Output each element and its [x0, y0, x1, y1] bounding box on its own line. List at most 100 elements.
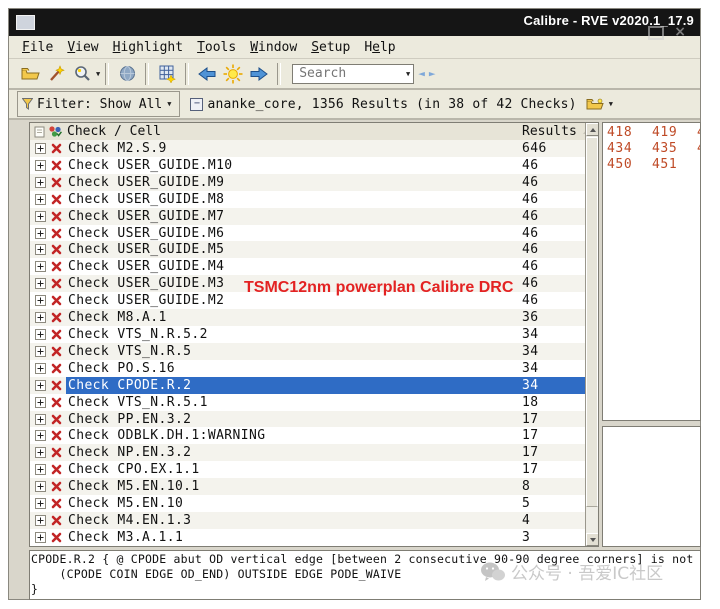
expand-icon[interactable] — [35, 143, 46, 158]
scrollbar-thumb[interactable] — [586, 137, 598, 507]
toolbar: ▼ ▼ ◄ ► — [9, 59, 700, 90]
table-row[interactable]: Check M3.A.1.1 3 — [30, 528, 585, 546]
highlight-wand-icon[interactable] — [44, 62, 68, 86]
table-row[interactable]: Check VTS_N.R.5 34 — [30, 342, 585, 361]
table-row[interactable]: Check USER_GUIDE.M8 46 — [30, 190, 585, 209]
table-row[interactable]: Check USER_GUIDE.M7 46 — [30, 207, 585, 226]
zoom-options-dropdown-icon[interactable]: ▼ — [96, 70, 100, 78]
results-cell: 8 — [522, 479, 531, 495]
expand-icon[interactable] — [35, 210, 46, 226]
table-row[interactable]: Check PP.EN.3.2 17 — [30, 410, 585, 429]
expand-icon[interactable] — [35, 193, 46, 209]
search-input[interactable] — [297, 65, 397, 82]
search-prev-icon[interactable]: ◄ — [418, 67, 425, 80]
table-row[interactable]: Check M5.EN.10 5 — [30, 495, 585, 512]
table-row[interactable]: Check USER_GUIDE.M5 46 — [30, 241, 585, 259]
expand-icon[interactable] — [35, 531, 46, 546]
table-row[interactable]: Check USER_GUIDE.M10 46 — [30, 156, 585, 175]
expand-icon[interactable] — [35, 278, 46, 293]
table-row[interactable]: Check USER_GUIDE.M4 46 — [30, 258, 585, 276]
restore-icon[interactable] — [648, 26, 665, 40]
result-number[interactable]: 435 — [652, 141, 697, 157]
menu-item-view[interactable]: View — [60, 38, 105, 57]
expand-icon[interactable] — [35, 430, 46, 445]
expand-icon[interactable] — [35, 244, 46, 259]
results-cell: 3 — [522, 529, 531, 545]
result-number[interactable]: 419 — [652, 125, 697, 141]
close-icon[interactable]: × — [674, 25, 686, 40]
results-table-body: Check M2.S.9 646 Check USER_GUIDE.M10 46 — [30, 140, 585, 546]
menu-item-setup[interactable]: Setup — [304, 38, 357, 57]
collapse-icon[interactable]: − — [190, 97, 204, 111]
scroll-down-button[interactable] — [586, 533, 598, 546]
expand-icon[interactable] — [35, 447, 46, 462]
table-row[interactable]: Check ODBLK.DH.1:WARNING 17 — [30, 427, 585, 445]
result-number[interactable]: 450 — [607, 157, 652, 173]
window-controls[interactable]: × — [648, 25, 686, 40]
expand-icon[interactable] — [35, 464, 46, 479]
search-box: ▼ — [292, 63, 415, 84]
expand-icon[interactable] — [35, 295, 46, 310]
menu-item-window[interactable]: Window — [243, 38, 304, 57]
highlight-all-sun-icon[interactable] — [221, 62, 245, 86]
expand-icon[interactable] — [35, 227, 46, 243]
expand-icon[interactable] — [35, 396, 46, 412]
table-row[interactable]: Check CPO.EX.1.1 17 — [30, 461, 585, 479]
prev-arrow-icon[interactable] — [195, 62, 219, 86]
table-row[interactable]: Check M5.EN.10.1 8 — [30, 478, 585, 496]
checks-cluster-icon[interactable] — [48, 125, 62, 138]
expand-icon[interactable] — [35, 159, 46, 175]
table-row[interactable]: Check VTS_N.R.5.1 18 — [30, 393, 585, 412]
menu-item-help[interactable]: Help — [357, 38, 402, 57]
check-cell-label: Check M8.A.1 — [68, 310, 167, 326]
window-system-icon[interactable] — [16, 15, 35, 30]
expand-icon[interactable] — [35, 379, 46, 395]
next-arrow-icon[interactable] — [247, 62, 271, 86]
table-row[interactable]: Check USER_GUIDE.M6 46 — [30, 224, 585, 243]
report-page-icon[interactable] — [34, 126, 45, 138]
open-folder-icon[interactable] — [18, 62, 42, 86]
result-numbers-grid: 4184194 4344354 450451 — [603, 123, 700, 173]
zoom-search-icon[interactable] — [70, 62, 94, 86]
globe-icon[interactable] — [115, 62, 139, 86]
expand-icon[interactable] — [35, 498, 46, 513]
report-dropdown-icon[interactable]: ▼ — [609, 100, 613, 108]
expand-icon[interactable] — [35, 413, 46, 429]
expand-icon[interactable] — [35, 481, 46, 496]
column-header-check-cell[interactable]: Check / Cell — [67, 124, 161, 139]
expand-icon[interactable] — [35, 362, 46, 378]
scroll-up-button[interactable] — [586, 123, 598, 136]
table-row[interactable]: Check USER_GUIDE.M9 46 — [30, 173, 585, 192]
search-dropdown-icon[interactable]: ▼ — [406, 70, 410, 78]
table-row[interactable]: Check NP.EN.3.2 17 — [30, 444, 585, 462]
expand-icon[interactable] — [35, 514, 46, 530]
expand-icon[interactable] — [35, 261, 46, 276]
expand-icon[interactable] — [35, 176, 46, 192]
menu-item-highlight[interactable]: Highlight — [106, 38, 190, 57]
result-number[interactable]: 434 — [607, 141, 652, 157]
table-row[interactable]: Check M8.A.1 36 — [30, 309, 585, 326]
results-cell: 17 — [522, 445, 539, 461]
table-row[interactable]: Check VTS_N.R.5.2 34 — [30, 325, 585, 344]
table-row[interactable]: Check M2.S.9 646 — [30, 140, 585, 157]
menu-item-file[interactable]: File — [15, 38, 60, 57]
result-number[interactable]: 4 — [697, 141, 700, 157]
schematic-icon[interactable] — [155, 62, 179, 86]
check-cell-label: Check ODBLK.DH.1:WARNING — [68, 428, 266, 444]
column-header-results[interactable]: Results — [522, 124, 591, 139]
report-folder-icon[interactable] — [583, 92, 607, 116]
expand-icon[interactable] — [35, 328, 46, 344]
check-cell-label: Check PP.EN.3.2 — [68, 411, 192, 427]
filter-button[interactable]: Filter: Show All ▼ — [17, 91, 181, 117]
menu-item-tools[interactable]: Tools — [190, 38, 243, 57]
table-row[interactable]: Check M4.EN.1.3 4 — [30, 511, 585, 530]
vertical-scrollbar[interactable] — [585, 123, 598, 546]
result-number[interactable]: 4 — [697, 125, 700, 141]
expand-icon[interactable] — [35, 345, 46, 361]
search-next-icon[interactable]: ► — [429, 67, 436, 80]
result-number[interactable]: 418 — [607, 125, 652, 141]
expand-icon[interactable] — [35, 312, 46, 327]
table-row[interactable]: Check CPODE.R.2 34 — [30, 376, 585, 395]
result-number[interactable]: 451 — [652, 157, 697, 173]
table-row[interactable]: Check PO.S.16 34 — [30, 359, 585, 378]
